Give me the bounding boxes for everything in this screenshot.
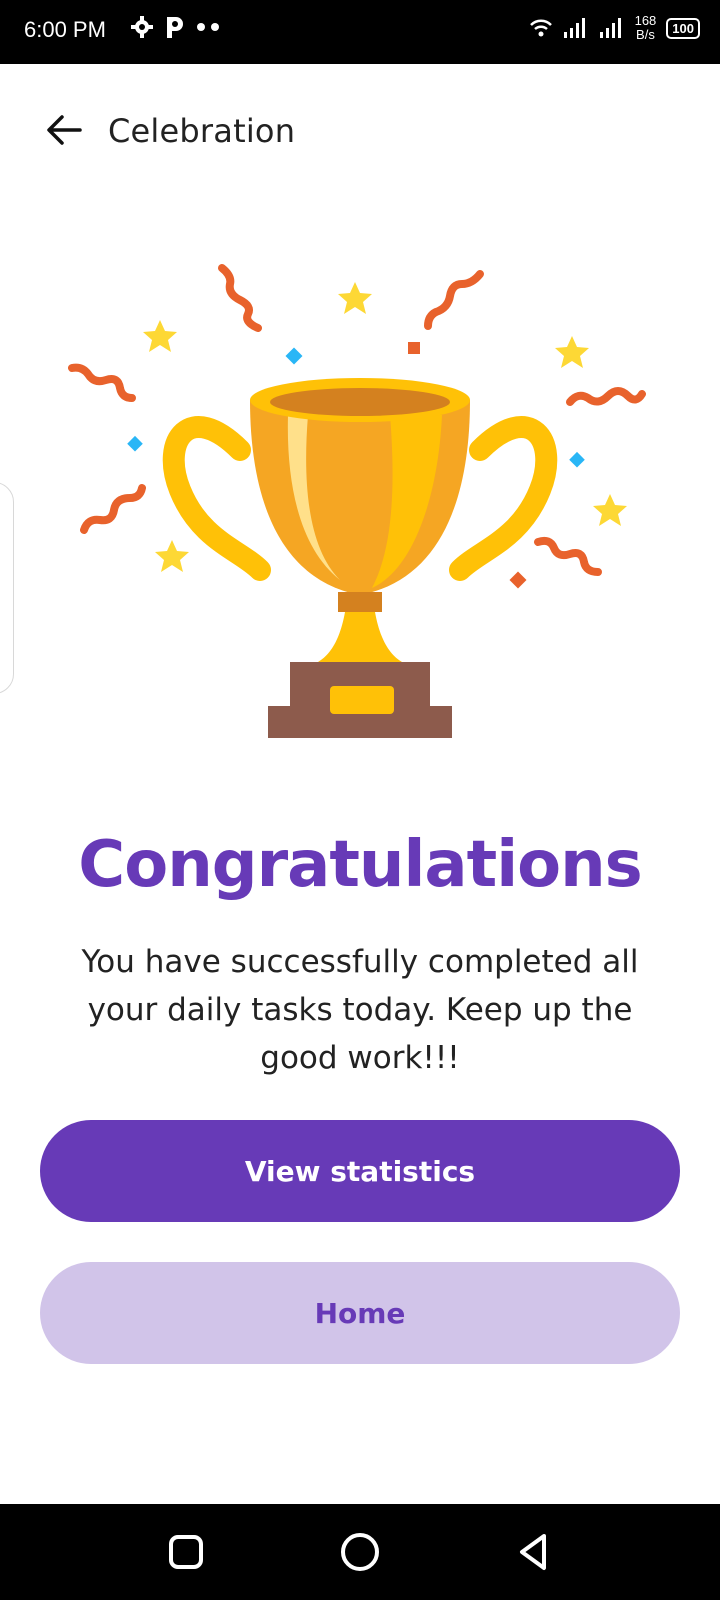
confetti-squiggle: [566, 387, 646, 406]
status-time: 6:00 PM: [24, 17, 106, 42]
trophy-plaque: [330, 686, 394, 714]
home-button[interactable]: Home: [40, 1262, 680, 1364]
p-notification-icon: [167, 17, 183, 38]
confetti-dot: [408, 342, 420, 354]
star-icon: [155, 540, 189, 572]
trophy-rim-inner: [270, 388, 450, 416]
app-bar: Celebration: [0, 64, 720, 194]
star-icon: [143, 320, 177, 352]
back-triangle-icon: [520, 1534, 546, 1570]
signal-icon-2: [599, 18, 621, 38]
signal-icon: [563, 18, 585, 38]
star-icon: [338, 282, 372, 314]
arrow-left-icon: [47, 115, 82, 145]
confetti-squiggle: [534, 536, 602, 576]
confetti-dot: [509, 571, 527, 589]
system-navigation-bar: [0, 1504, 720, 1600]
confetti-squiggle: [218, 264, 262, 332]
completion-message: You have successfully completed all your…: [81, 944, 639, 1076]
status-bar: 6:00 PM 168 B/s 100: [0, 0, 720, 64]
star-icon: [593, 494, 627, 526]
more-dots-icon: [197, 23, 219, 31]
home-icon: [341, 1533, 379, 1571]
star-icon: [555, 336, 589, 368]
battery-icon: 100: [666, 17, 700, 39]
confetti-squiggle: [68, 363, 136, 402]
wifi-icon: [529, 19, 552, 37]
settings-icon: [131, 16, 153, 38]
confetti-dot: [127, 435, 143, 452]
net-speed-value: 168: [634, 13, 657, 28]
confetti-dot: [285, 347, 303, 365]
edge-panel-handle[interactable]: [0, 482, 14, 694]
back-nav-button[interactable]: [510, 1528, 558, 1576]
status-notification-icons: [130, 14, 222, 40]
page-title: Celebration: [108, 112, 296, 150]
trophy-illustration: [68, 264, 646, 738]
trophy-handle-left: [162, 416, 271, 581]
confetti-dot: [569, 451, 585, 468]
network-speed: 168 B/s: [635, 14, 657, 42]
home-nav-button[interactable]: [336, 1528, 384, 1576]
confetti-squiggle: [80, 484, 146, 534]
trophy-handle-right: [449, 416, 558, 581]
congratulations-heading: Congratulations: [78, 828, 643, 902]
recent-apps-button[interactable]: [162, 1528, 210, 1576]
trophy-stem: [318, 612, 402, 662]
recent-apps-icon: [169, 1535, 203, 1569]
net-speed-unit: B/s: [636, 27, 655, 42]
status-system-icons: 168 B/s 100: [529, 14, 700, 42]
back-button[interactable]: [40, 106, 88, 154]
confetti-squiggle: [424, 270, 484, 330]
trophy-neck: [338, 592, 382, 612]
view-statistics-button[interactable]: View statistics: [40, 1120, 680, 1222]
